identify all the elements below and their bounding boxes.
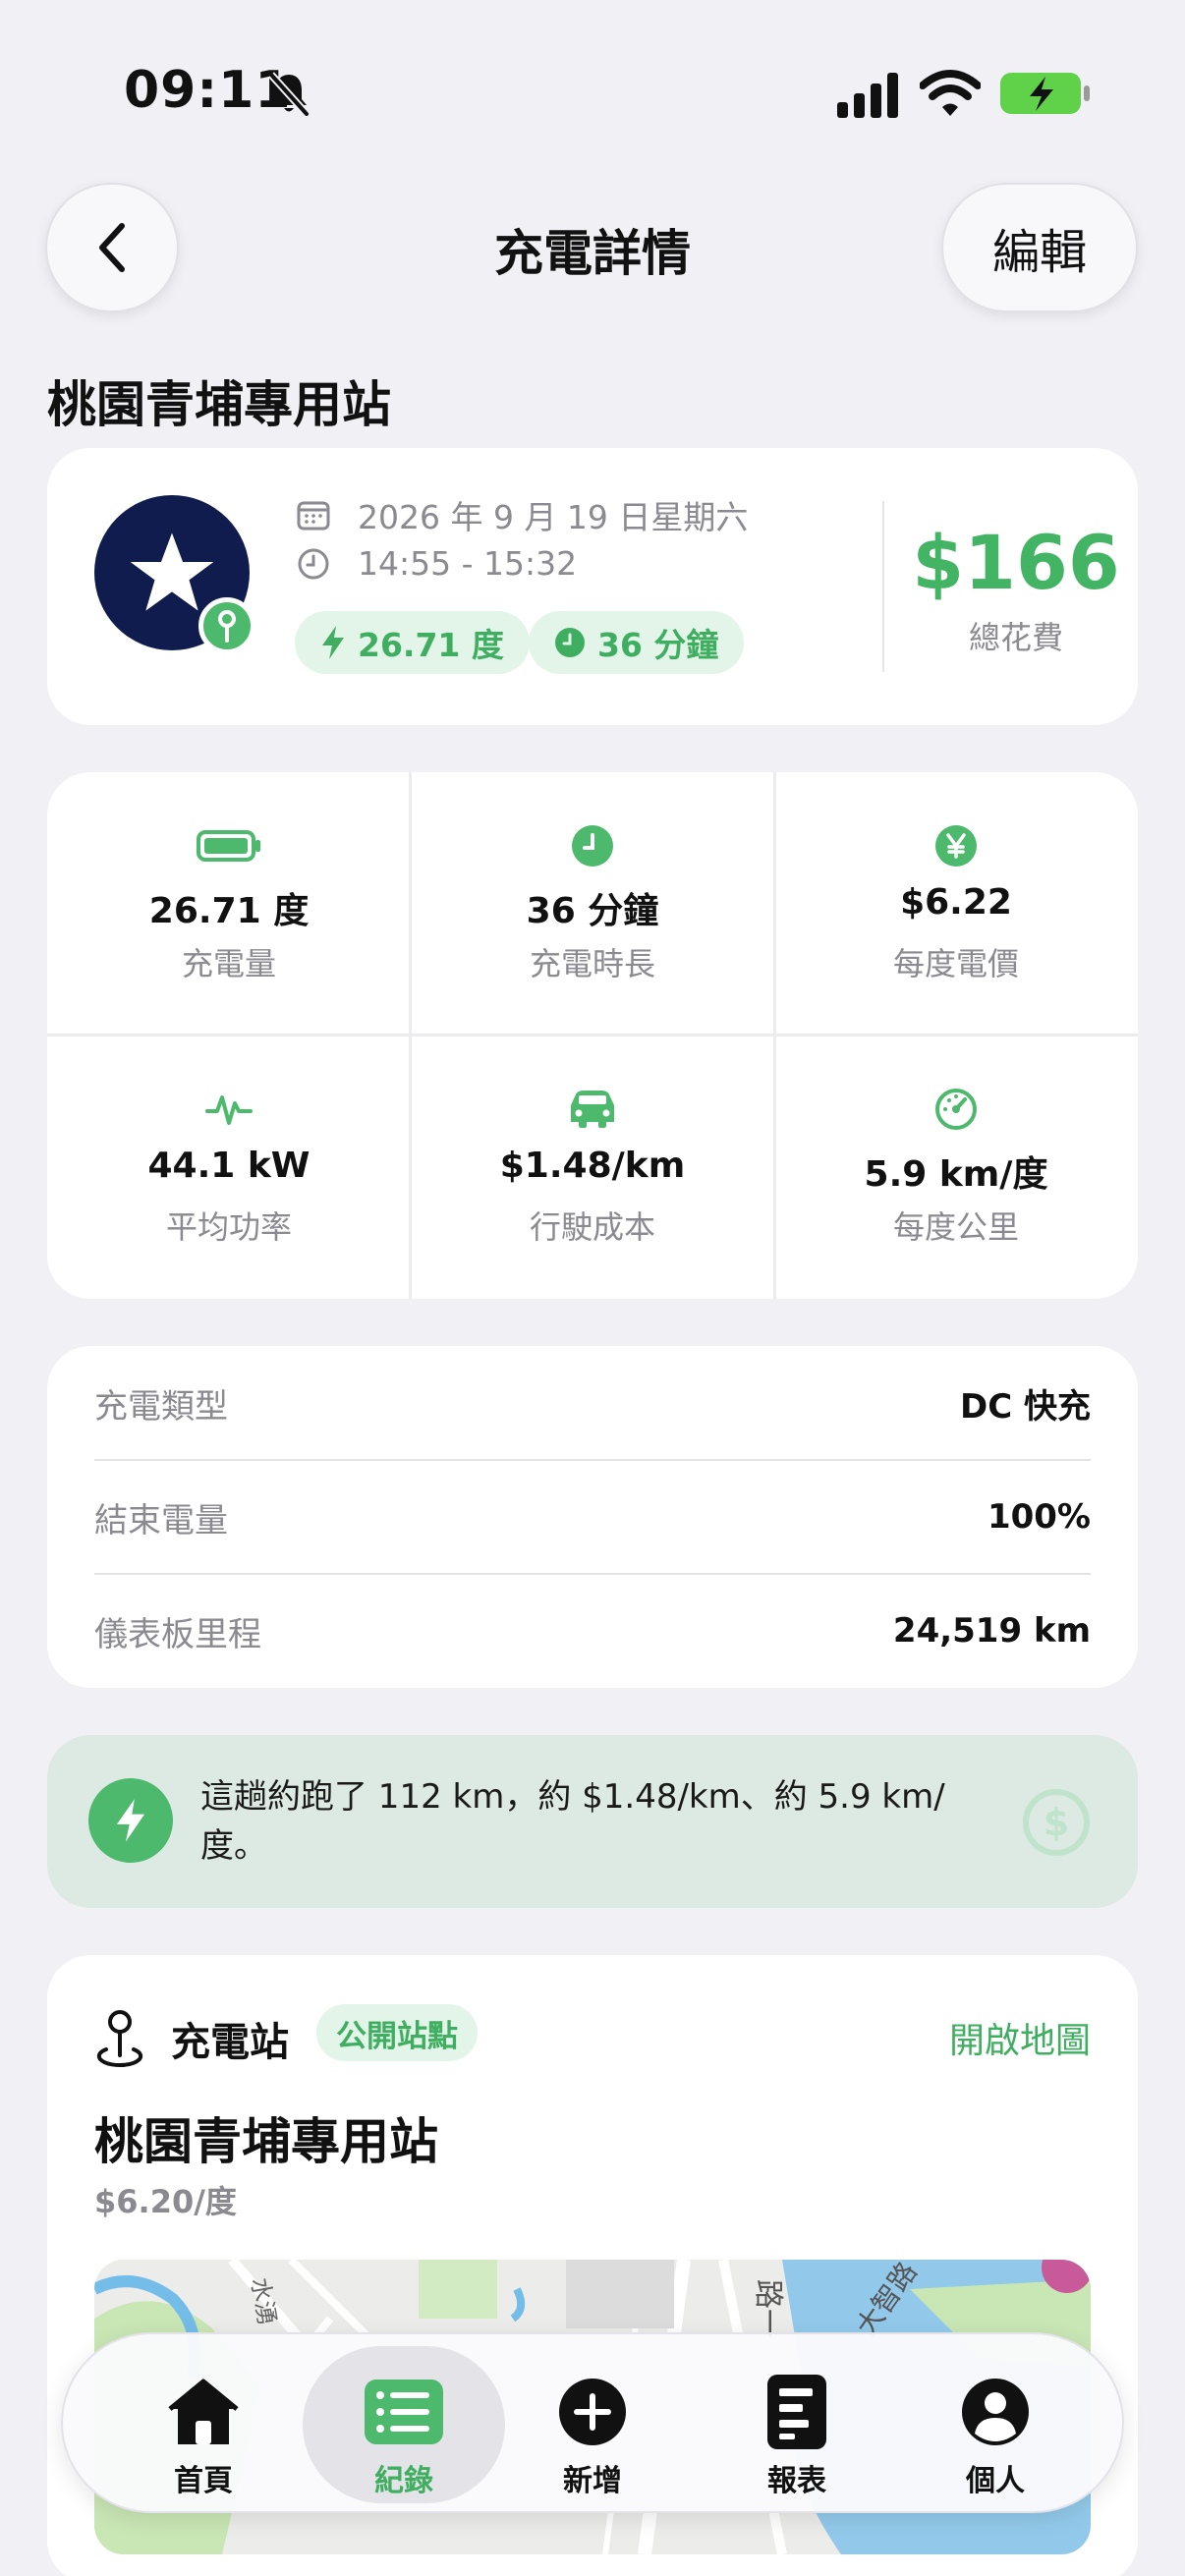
stat-label: 每度電價 [892,945,1019,982]
station-name: 桃園青埔專用站 [94,2113,438,2170]
stat-label: 平均功率 [165,1208,292,1246]
charge-date: 2026 年 9 月 19 日星期六 [297,491,748,538]
station-heading: 桃園青埔專用站 [47,376,391,433]
stat-label: 行駛成本 [529,1208,655,1246]
stat-km-per-kwh: 5.9 km/度 每度公里 [774,1036,1138,1299]
stat-value: 44.1 kW [147,1146,310,1186]
total-cost: $166 [912,519,1120,606]
stat-label: 充電量 [181,945,276,982]
duration-pill-text: 36 分鐘 [597,626,719,664]
energy-pill-text: 26.71 度 [358,626,504,664]
clock-icon [572,825,613,867]
edit-button[interactable]: 編輯 [941,183,1138,312]
tab-label: 新增 [563,2464,622,2498]
trip-insight-card: 這趟約跑了 112 km，約 $1.48/km、約 5.9 km/度。 $ [47,1735,1138,1908]
tab-label: 報表 [767,2464,826,2498]
stat-value: 26.71 度 [148,891,310,931]
car-icon [571,1091,614,1128]
stat-drive-cost: $1.48/km 行駛成本 [411,1036,774,1299]
detail-label: 儀表板里程 [94,1614,261,1654]
stat-value: $6.22 [900,882,1012,923]
svg-text:$: $ [1044,1801,1069,1844]
plus-circle-icon [559,2379,626,2445]
stat-value: 5.9 km/度 [864,1154,1048,1195]
duration-pill: 36 分鐘 [529,611,745,674]
summary-divider [882,501,884,672]
yen-icon [935,825,977,867]
gauge-icon [935,1089,977,1130]
map-label: 路一 [751,2279,785,2338]
list-icon [365,2380,443,2444]
report-icon [767,2375,826,2449]
cellular-signal-icon [837,73,898,118]
detail-value: DC 快充 [959,1386,1091,1427]
detail-value: 100% [987,1497,1091,1537]
detail-label: 結束電量 [94,1500,228,1540]
pin-icon [218,610,236,643]
stat-value: $1.48/km [499,1146,686,1186]
stat-unit-price: $6.22 每度電價 [774,772,1138,1036]
screen: 09:11 充電詳情 編輯 桃園青埔專用站 2026 年 9 月 19 日星期六… [0,0,1185,2576]
dollar-circle-icon: $ [1023,1789,1090,1856]
detail-label: 充電類型 [94,1386,228,1427]
charge-date-text: 2026 年 9 月 19 日星期六 [358,498,749,536]
tab-label: 紀錄 [374,2464,433,2498]
detail-row-end-battery: 結束電量 100% [94,1460,1091,1574]
pulse-icon [205,1095,253,1125]
trip-insight-text: 這趟約跑了 112 km，約 $1.48/km、約 5.9 km/度。 [200,1777,945,1866]
wifi-icon [920,70,981,116]
home-icon [168,2379,239,2444]
map-pin-icon [96,2010,143,2067]
stat-label: 充電時長 [529,945,655,982]
stat-energy: 26.71 度 充電量 [47,772,411,1036]
star-icon [130,532,214,611]
charging-summary-card: 2026 年 9 月 19 日星期六 14:55 - 15:32 26.71 度… [47,448,1138,725]
clock-outline-icon [298,548,329,579]
tab-profile[interactable]: 個人 [894,2346,1097,2503]
total-cost-label: 總花費 [968,619,1063,656]
tab-bar: 首頁 紀錄 新增 報表 個人 [61,2332,1124,2513]
person-icon [962,2379,1029,2445]
stat-label: 每度公里 [892,1208,1019,1246]
calendar-icon [297,501,330,531]
detail-value: 24,519 km [892,1611,1091,1651]
tab-home[interactable]: 首頁 [102,2346,305,2503]
public-station-badge: 公開站點 [316,2004,478,2061]
bolt-icon [116,1799,145,1842]
bolt-icon [322,626,344,659]
stats-grid-card: 26.71 度 充電量 36 分鐘 充電時長 $6.22 每度電價 44.1 k… [47,772,1138,1299]
clock-icon [555,628,585,657]
battery-charging-icon [1000,73,1090,114]
station-price: $6.20/度 [94,2183,237,2220]
tip-bolt-badge [88,1778,173,1863]
station-section-label: 充電站 [171,2020,289,2065]
tab-reports[interactable]: 報表 [696,2346,898,2503]
tab-add[interactable]: 新增 [491,2346,694,2503]
open-map-link[interactable]: 開啟地圖 [949,2012,1091,2063]
charge-time-text: 14:55 - 15:32 [358,544,578,583]
energy-pill: 26.71 度 [295,611,530,674]
charge-time-range: 14:55 - 15:32 [297,544,577,583]
charge-details-card: 充電類型 DC 快充 結束電量 100% 儀表板里程 24,519 km [47,1346,1138,1688]
bell-muted-icon [268,72,310,117]
tab-label: 首頁 [174,2464,233,2498]
detail-row-charge-type: 充電類型 DC 快充 [94,1346,1091,1460]
tab-records[interactable]: 紀錄 [303,2346,505,2503]
stat-avg-power: 44.1 kW 平均功率 [47,1036,411,1299]
stat-value: 36 分鐘 [526,891,659,931]
detail-row-odometer: 儀表板里程 24,519 km [94,1574,1091,1688]
location-pin-badge [198,597,255,654]
stat-duration: 36 分鐘 充電時長 [411,772,774,1036]
tab-label: 個人 [966,2464,1025,2498]
battery-icon [197,830,260,862]
